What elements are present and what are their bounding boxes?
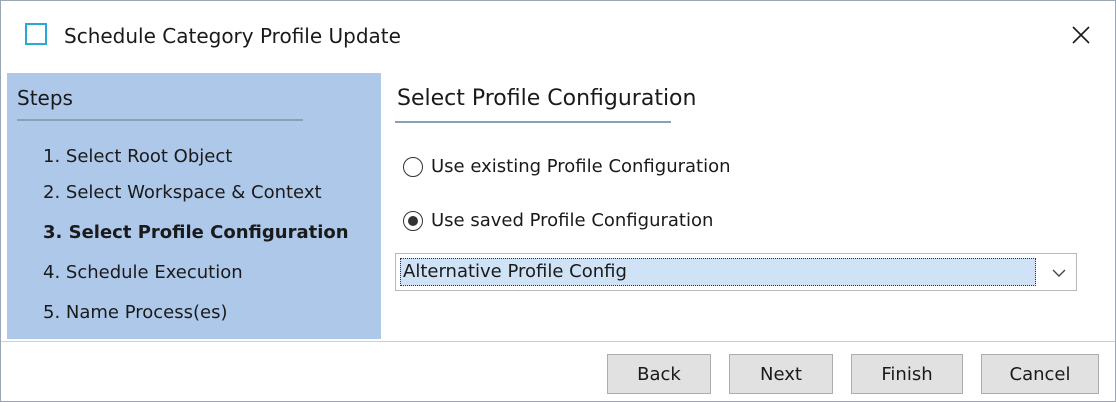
dialog-window: Schedule Category Profile Update Steps 1… <box>0 0 1116 402</box>
dropdown-selected-value: Alternative Profile Config <box>400 258 1036 286</box>
step-item-select-workspace-context: 2. Select Workspace & Context <box>43 182 322 203</box>
back-button[interactable]: Back <box>607 354 711 394</box>
steps-divider <box>17 119 303 121</box>
title-divider <box>395 121 671 123</box>
step-item-name-processes: 5. Name Process(es) <box>43 302 228 323</box>
radio-button-checked[interactable] <box>403 211 423 231</box>
content-panel: Select Profile Configuration Use existin… <box>395 73 1095 339</box>
step-item-select-profile-configuration: 3. Select Profile Configuration <box>43 222 349 243</box>
steps-heading: Steps <box>17 86 73 110</box>
step-item-schedule-execution: 4. Schedule Execution <box>43 262 243 283</box>
next-button[interactable]: Next <box>729 354 833 394</box>
title-bar: Schedule Category Profile Update <box>1 1 1115 71</box>
close-button[interactable] <box>1061 15 1101 55</box>
radio-label: Use saved Profile Configuration <box>431 210 714 231</box>
radio-use-existing-profile[interactable]: Use existing Profile Configuration <box>403 155 731 179</box>
radio-use-saved-profile[interactable]: Use saved Profile Configuration <box>403 209 713 233</box>
window-icon <box>25 23 47 45</box>
step-item-select-root-object: 1. Select Root Object <box>43 146 233 167</box>
close-icon <box>1072 26 1090 44</box>
saved-profile-dropdown[interactable]: Alternative Profile Config <box>395 253 1077 291</box>
radio-label: Use existing Profile Configuration <box>431 156 731 177</box>
radio-dot <box>408 216 418 226</box>
footer-divider <box>1 341 1115 342</box>
page-title: Select Profile Configuration <box>397 86 697 111</box>
finish-button[interactable]: Finish <box>851 354 963 394</box>
steps-sidebar: Steps 1. Select Root Object 2. Select Wo… <box>7 73 381 339</box>
window-title: Schedule Category Profile Update <box>64 24 401 48</box>
chevron-down-icon <box>1052 269 1066 277</box>
cancel-button[interactable]: Cancel <box>981 354 1099 394</box>
radio-button-unchecked[interactable] <box>403 157 423 177</box>
